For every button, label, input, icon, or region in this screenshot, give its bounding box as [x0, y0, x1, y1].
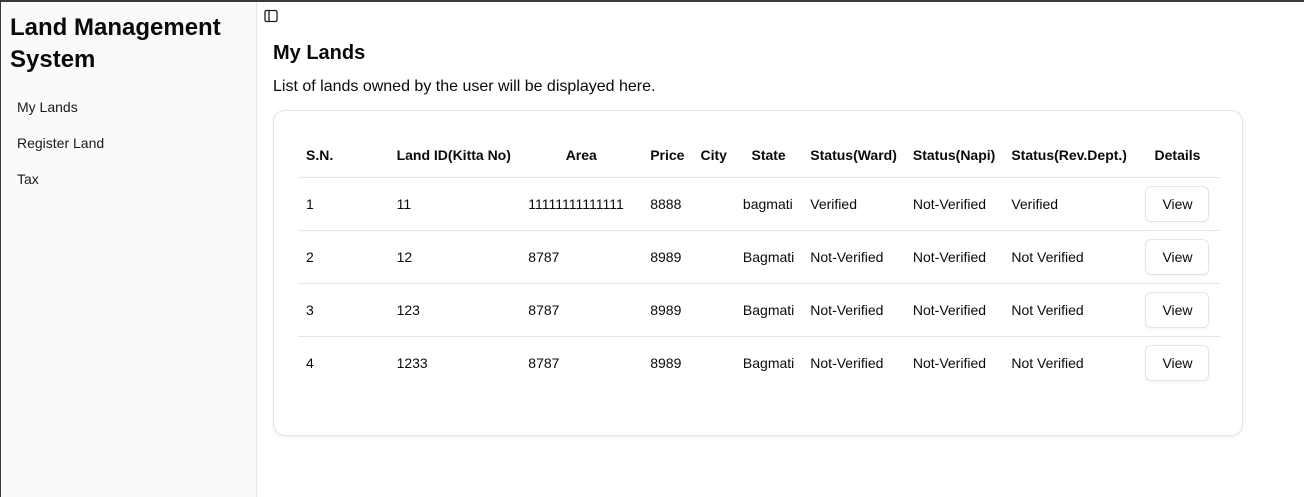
column-header: City: [692, 133, 735, 178]
column-header: Status(Rev.Dept.): [1003, 133, 1135, 178]
sidebar-item-my-lands[interactable]: My Lands: [9, 89, 249, 125]
app-title: Land Management System: [10, 14, 221, 73]
view-button[interactable]: View: [1145, 344, 1210, 381]
table-row: 3 123 8787 8989 Bagmati Not-Verified Not…: [298, 283, 1220, 337]
cell-status-ward: Verified: [802, 177, 905, 231]
cell-area: 11111111111111: [520, 177, 643, 231]
table-header-row: S.N. Land ID(Kitta No) Area Price City S…: [298, 133, 1220, 178]
lands-table: S.N. Land ID(Kitta No) Area Price City S…: [298, 133, 1220, 389]
cell-state: Bagmati: [734, 283, 803, 337]
cell-status-napi: Not-Verified: [904, 177, 1004, 231]
sidebar-nav: My Lands Register Land Tax: [9, 89, 249, 197]
cell-state: Bagmati: [734, 230, 803, 284]
cell-details: View: [1134, 230, 1220, 284]
sidebar-item-tax[interactable]: Tax: [9, 161, 249, 197]
cell-land-id: 12: [388, 230, 521, 284]
page-description: List of lands owned by the user will be …: [273, 78, 656, 95]
column-header: Area: [520, 133, 643, 178]
cell-sn: 3: [298, 283, 389, 337]
cell-city: [692, 283, 735, 337]
cell-area: 8787: [520, 283, 643, 337]
cell-sn: 1: [298, 177, 389, 231]
table-row: 4 1233 8787 8989 Bagmati Not-Verified No…: [298, 336, 1220, 389]
cell-state: bagmati: [734, 177, 803, 231]
cell-state: Bagmati: [742, 354, 795, 371]
cell-price: 8989: [650, 354, 682, 371]
cell-price: 8888: [642, 177, 693, 231]
cell-land-id: 11: [388, 177, 521, 231]
cell-status-ward: Not-Verified: [802, 230, 905, 284]
table-row: 1 11 11111111111111 8888 bagmati Verifie…: [298, 177, 1220, 231]
cell-land-id: 123: [388, 283, 521, 337]
cell-status-rev: Not Verified: [1003, 230, 1135, 284]
cell-price: 8989: [642, 283, 693, 337]
cell-details: View: [1134, 177, 1220, 231]
column-header: Land ID(Kitta No): [388, 133, 521, 178]
view-button[interactable]: View: [1145, 291, 1210, 328]
cell-status-napi: Not-Verified: [912, 354, 987, 371]
cell-status-napi: Not-Verified: [904, 283, 1004, 337]
column-header: State: [734, 133, 803, 178]
cell-area: 8787: [528, 354, 560, 371]
sidebar-item-register-land[interactable]: Register Land: [9, 125, 249, 161]
cell-details: View: [1134, 283, 1220, 337]
cell-sn: 2: [298, 230, 389, 284]
cell-land-id: 1233: [396, 354, 428, 371]
column-header: Details: [1134, 133, 1220, 178]
cell-city: [692, 177, 735, 231]
cell-status-rev: Not Verified: [1003, 283, 1135, 337]
cell-price: 8989: [642, 230, 693, 284]
main-content: My Lands List of lands owned by the user…: [257, 2, 1304, 497]
cell-status-ward: Not-Verified: [802, 283, 905, 337]
cell-status-rev: Verified: [1003, 177, 1135, 231]
sidebar: Land Management System My Lands Register…: [0, 2, 257, 497]
view-button[interactable]: View: [1145, 238, 1210, 275]
page-title: My Lands: [273, 42, 366, 64]
cell-details: View: [1135, 336, 1220, 389]
cell-status-rev: Not Verified: [1011, 354, 1084, 371]
cell-status-napi: Not-Verified: [904, 230, 1004, 284]
cell-city: [692, 230, 735, 284]
table-row: 2 12 8787 8989 Bagmati Not-Verified Not-…: [298, 230, 1220, 284]
column-header: Status(Ward): [802, 133, 905, 178]
view-button[interactable]: View: [1145, 185, 1210, 222]
cell-sn: 4: [306, 354, 314, 371]
column-header: Price: [642, 133, 693, 178]
column-header: Status(Napi): [904, 133, 1004, 178]
column-header: S.N.: [298, 133, 389, 178]
lands-card: S.N. Land ID(Kitta No) Area Price City S…: [273, 110, 1243, 436]
cell-area: 8787: [520, 230, 643, 284]
cell-status-ward: Not-Verified: [810, 354, 884, 371]
cell-city: [692, 336, 734, 389]
